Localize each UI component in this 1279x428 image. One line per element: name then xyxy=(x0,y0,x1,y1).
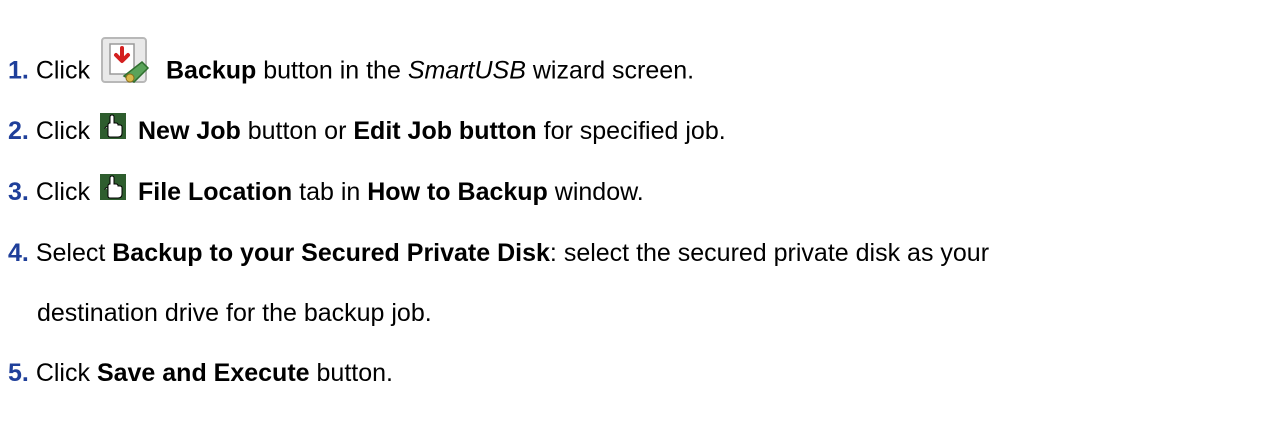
new-job-label: New Job xyxy=(137,117,241,145)
backup-secured-disk-label: Backup to your Secured Private Disk xyxy=(112,239,550,267)
step-text: button. xyxy=(316,359,393,387)
step-text: Select xyxy=(35,239,106,267)
step-4: 4. Select Backup to your Secured Private… xyxy=(8,238,989,268)
step-1: 1. Click Backup button in the SmartUSB w… xyxy=(8,37,695,98)
pointing-hand-icon xyxy=(99,113,126,140)
backup-button-label: Backup xyxy=(165,56,257,85)
how-to-backup-label: How to Backup xyxy=(367,178,548,206)
step-text: destination drive for the backup job. xyxy=(37,299,432,327)
step-number: 5. xyxy=(8,359,29,387)
step-number: 2. xyxy=(8,117,29,145)
step-text: for specified job. xyxy=(543,117,726,145)
step-text: tab in xyxy=(299,178,361,206)
file-location-label: File Location xyxy=(137,178,293,206)
step-text: button in the xyxy=(263,56,401,85)
app-name: SmartUSB xyxy=(407,56,526,85)
step-text: Click xyxy=(35,178,90,206)
step-3: 3. Click File Location tab in How to Bac… xyxy=(8,174,644,207)
step-number: 4. xyxy=(8,239,29,267)
backup-icon xyxy=(100,36,152,88)
step-text: window. xyxy=(554,178,644,206)
step-text: Click xyxy=(35,359,90,387)
step-text: Click xyxy=(35,117,90,145)
step-5: 5. Click Save and Execute button. xyxy=(8,358,393,388)
step-4-continuation: destination drive for the backup job. xyxy=(8,298,432,328)
step-number: 1. xyxy=(8,56,29,85)
step-number: 3. xyxy=(8,178,29,206)
step-2: 2. Click New Job button or Edit Job butt… xyxy=(8,113,726,146)
edit-job-label: Edit Job button xyxy=(353,117,537,145)
step-text: button or xyxy=(247,117,347,145)
step-text: Click xyxy=(35,56,90,85)
save-and-execute-label: Save and Execute xyxy=(96,359,310,387)
step-text: : select the secured private disk as you… xyxy=(549,239,990,267)
pointing-hand-icon xyxy=(99,174,126,201)
step-text: wizard screen. xyxy=(532,56,695,85)
